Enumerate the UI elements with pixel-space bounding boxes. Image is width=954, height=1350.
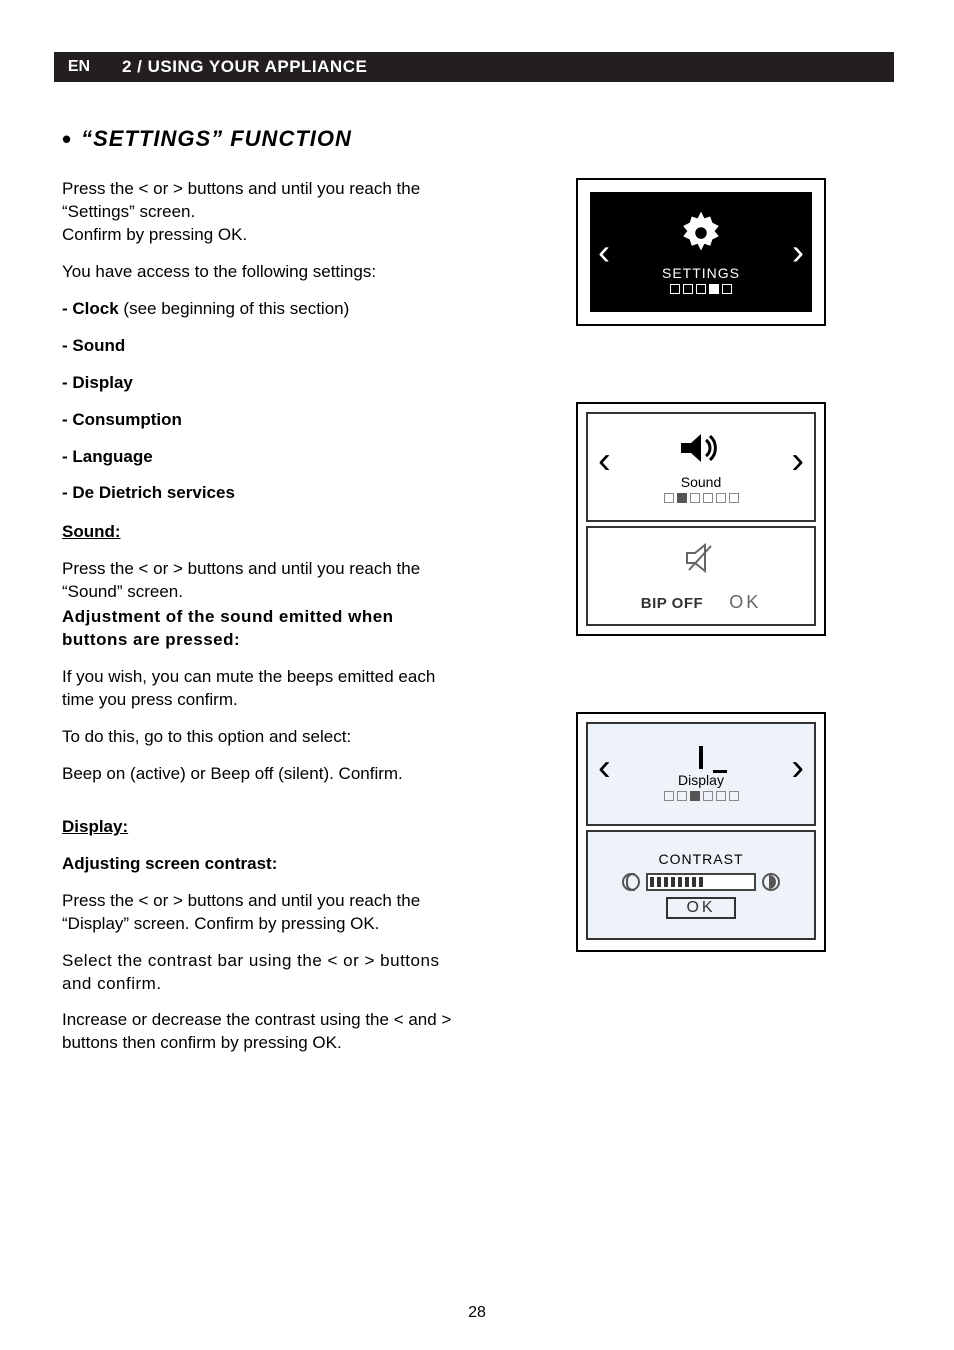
screen-display-frame: ‹ Display › CONTRAST xyxy=(576,712,826,952)
chevron-right-icon[interactable]: › xyxy=(791,439,804,482)
page-content: • “SETTINGS” FUNCTION Press the < or > b… xyxy=(62,120,892,1350)
intro-p2: Confirm by pressing OK. xyxy=(62,224,462,247)
speaker-mute-icon xyxy=(683,534,719,581)
sound-heading: Sound: xyxy=(62,521,462,544)
brightness-high-icon[interactable] xyxy=(762,873,780,891)
screen-sound: ‹ Sound › xyxy=(586,412,816,522)
intro-p1: Press the < or > buttons and until you r… xyxy=(62,178,462,224)
settings-label: SETTINGS xyxy=(662,265,740,281)
contrast-label: CONTRAST xyxy=(659,851,744,867)
header-title: 2 / USING YOUR APPLIANCE xyxy=(122,57,367,77)
display-icon xyxy=(699,748,703,768)
page-indicator xyxy=(670,284,732,294)
sound-p2: If you wish, you can mute the beeps emit… xyxy=(62,666,462,712)
ok-button[interactable]: OK xyxy=(666,897,735,919)
display-p3: Increase or decrease the contrast using … xyxy=(62,1009,462,1055)
page-number: 28 xyxy=(0,1304,954,1322)
item-clock: - Clock (see beginning of this section) xyxy=(62,298,462,321)
chevron-left-icon[interactable]: ‹ xyxy=(598,439,611,482)
sound-subhead: Adjustment of the sound emitted when but… xyxy=(62,606,462,652)
lang-badge: EN xyxy=(54,52,104,82)
item-language: - Language xyxy=(62,446,462,469)
item-consumption: - Consumption xyxy=(62,409,462,432)
illustration-column: ‹ SETTINGS › ‹ xyxy=(510,178,892,1069)
ok-button[interactable]: OK xyxy=(729,592,761,613)
page-indicator xyxy=(664,791,739,801)
item-display: - Display xyxy=(62,372,462,395)
bullet: • xyxy=(62,126,71,152)
text-column: Press the < or > buttons and until you r… xyxy=(62,178,462,1069)
section-title-row: • “SETTINGS” FUNCTION xyxy=(62,124,892,152)
screen-contrast: CONTRAST OK xyxy=(586,830,816,940)
screen-settings: ‹ SETTINGS › xyxy=(590,192,812,312)
chevron-left-icon[interactable]: ‹ xyxy=(598,747,611,790)
sound-label: Sound xyxy=(681,474,721,490)
item-sound: - Sound xyxy=(62,335,462,358)
chevron-left-icon[interactable]: ‹ xyxy=(598,231,610,273)
display-label: Display xyxy=(678,772,724,788)
intro-p3: You have access to the following setting… xyxy=(62,261,462,284)
screen-settings-frame: ‹ SETTINGS › xyxy=(576,178,826,326)
item-dedietrich: - De Dietrich services xyxy=(62,482,462,505)
brightness-low-icon[interactable] xyxy=(622,873,640,891)
page-indicator xyxy=(664,493,739,503)
contrast-slider[interactable] xyxy=(646,873,756,891)
sound-p3: To do this, go to this option and select… xyxy=(62,726,462,749)
chevron-right-icon[interactable]: › xyxy=(792,231,804,273)
header-bar: EN 2 / USING YOUR APPLIANCE xyxy=(60,52,894,82)
sound-p4: Beep on (active) or Beep off (silent). C… xyxy=(62,763,462,786)
chevron-right-icon[interactable]: › xyxy=(791,747,804,790)
screen-bip-off: BIP OFF OK xyxy=(586,526,816,626)
display-heading: Display: xyxy=(62,816,462,839)
section-title: “SETTINGS” FUNCTION xyxy=(81,126,352,152)
bip-off-label: BIP OFF xyxy=(641,595,703,612)
screen-display: ‹ Display › xyxy=(586,722,816,826)
display-subhead: Adjusting screen contrast: xyxy=(62,853,462,876)
gear-icon xyxy=(678,210,724,261)
display-p2: Select the contrast bar using the < or >… xyxy=(62,950,462,996)
sound-p1: Press the < or > buttons and until you r… xyxy=(62,558,462,604)
display-p1: Press the < or > buttons and until you r… xyxy=(62,890,462,936)
speaker-icon xyxy=(679,431,723,470)
screen-sound-frame: ‹ Sound › xyxy=(576,402,826,636)
